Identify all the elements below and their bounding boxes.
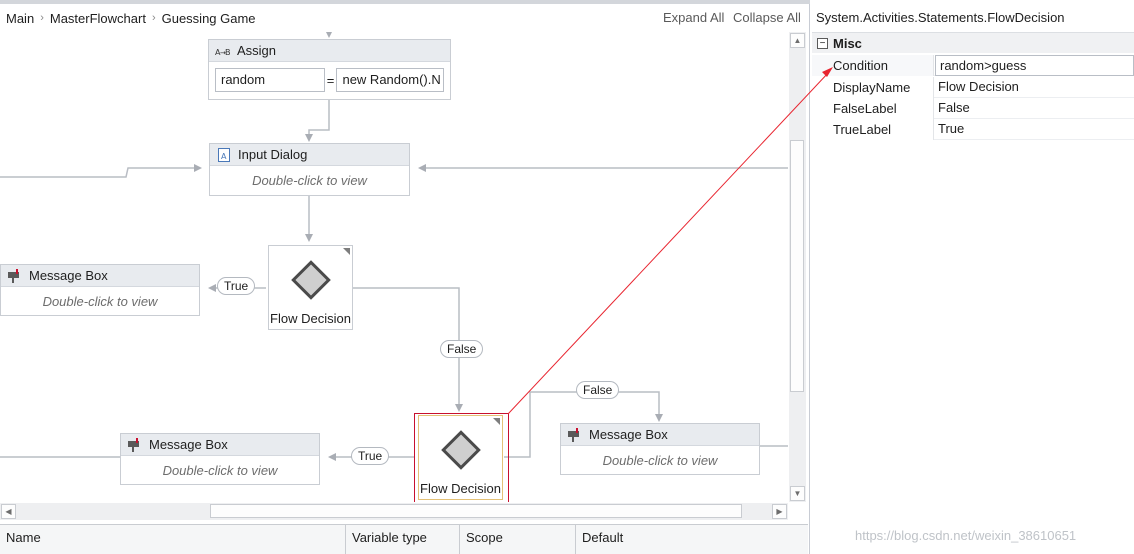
- property-row-condition[interactable]: Condition random>guess: [812, 55, 1134, 76]
- input-dialog-title: Input Dialog: [238, 147, 308, 162]
- workflow-designer: Main › MasterFlowchart › Guessing Game E…: [0, 0, 810, 554]
- scroll-up-icon[interactable]: ▲: [790, 33, 805, 48]
- connector-assign-dialog: [305, 100, 330, 142]
- message-mailbox-icon: [7, 268, 23, 283]
- false-label-2[interactable]: False: [576, 381, 620, 399]
- property-row-falselabel[interactable]: FalseLabel False: [812, 98, 1134, 119]
- message-box-bottom-left-header: Message Box: [121, 434, 319, 456]
- column-variable-type[interactable]: Variable type: [346, 525, 460, 554]
- assign-activity[interactable]: A → B Assign random = new Random().N: [208, 39, 451, 100]
- decision-corner-marker: [343, 248, 350, 255]
- flow-decision-1-label: Flow Decision: [270, 311, 351, 326]
- assign-ab-icon: A → B: [215, 44, 231, 58]
- category-misc[interactable]: − Misc: [812, 33, 1134, 53]
- message-box-left[interactable]: Message Box Double-click to view: [0, 264, 200, 316]
- message-box-right-header: Message Box: [561, 424, 759, 446]
- collapse-minus-icon[interactable]: −: [817, 37, 828, 49]
- svg-text:B: B: [225, 48, 231, 56]
- assign-header: A → B Assign: [209, 40, 450, 62]
- scroll-right-icon[interactable]: ▶: [772, 504, 787, 519]
- category-misc-label: Misc: [833, 35, 862, 51]
- property-name: FalseLabel: [812, 98, 934, 119]
- displayname-value-field[interactable]: Flow Decision: [935, 77, 1134, 98]
- property-row-truelabel[interactable]: TrueLabel True: [812, 119, 1134, 140]
- property-row-displayname[interactable]: DisplayName Flow Decision: [812, 77, 1134, 98]
- condition-value-field[interactable]: random>guess: [935, 55, 1134, 76]
- connector-left-dialog: [0, 164, 202, 178]
- assign-to-field[interactable]: random: [215, 68, 325, 92]
- horizontal-scrollbar[interactable]: ◀ ▶: [0, 503, 788, 520]
- message-mailbox-icon: [127, 437, 143, 452]
- message-box-left-hint: Double-click to view: [42, 294, 158, 309]
- vertical-scrollbar[interactable]: ▲ ▼: [789, 32, 806, 502]
- scroll-left-icon[interactable]: ◀: [1, 504, 16, 519]
- properties-panel: System.Activities.Statements.FlowDecisio…: [812, 0, 1134, 554]
- scroll-down-icon[interactable]: ▼: [790, 486, 805, 501]
- assign-title: Assign: [237, 43, 277, 58]
- false-label-1[interactable]: False: [440, 340, 484, 358]
- message-mailbox-icon: [567, 427, 583, 442]
- falselabel-value-field[interactable]: False: [935, 98, 1134, 119]
- column-default[interactable]: Default: [576, 525, 808, 554]
- breadcrumb-main[interactable]: Main: [0, 11, 38, 26]
- annotation-highlight-box: [414, 413, 509, 502]
- message-box-bottom-left-title: Message Box: [149, 437, 228, 452]
- properties-type-name: System.Activities.Statements.FlowDecisio…: [816, 10, 1065, 25]
- property-name: TrueLabel: [812, 119, 934, 140]
- breadcrumb-chevron-icon: ›: [40, 12, 44, 24]
- message-box-right[interactable]: Message Box Double-click to view: [560, 423, 760, 475]
- horizontal-scroll-thumb[interactable]: [210, 504, 742, 518]
- flow-decision-1[interactable]: Flow Decision: [268, 245, 353, 330]
- decision-diamond-icon: [290, 260, 331, 300]
- input-dialog-activity[interactable]: A Input Dialog Double-click to view: [209, 143, 410, 196]
- true-label-1[interactable]: True: [217, 277, 256, 295]
- breadcrumb: Main › MasterFlowchart › Guessing Game: [0, 8, 560, 28]
- message-box-bottom-left[interactable]: Message Box Double-click to view: [120, 433, 320, 485]
- column-name[interactable]: Name: [0, 525, 346, 554]
- breadcrumb-masterflowchart[interactable]: MasterFlowchart: [46, 11, 150, 26]
- expand-all-link[interactable]: Expand All: [663, 10, 724, 25]
- message-box-right-title: Message Box: [589, 427, 668, 442]
- input-dialog-header: A Input Dialog: [210, 144, 409, 166]
- flowchart-canvas[interactable]: A → B Assign random = new Random().N A Inp…: [0, 32, 788, 502]
- vertical-scroll-thumb[interactable]: [790, 140, 804, 392]
- message-box-left-header: Message Box: [1, 265, 199, 287]
- message-box-bottom-left-hint: Double-click to view: [162, 463, 278, 478]
- dialog-document-icon: A: [216, 147, 232, 162]
- breadcrumb-chevron-icon: ›: [151, 12, 156, 24]
- assign-equals: =: [326, 72, 335, 88]
- input-dialog-hint: Double-click to view: [252, 173, 367, 188]
- truelabel-value-field[interactable]: True: [935, 119, 1134, 140]
- designer-top-strip: [0, 0, 810, 4]
- variables-grid: Name Variable type Scope Default: [0, 524, 808, 554]
- message-box-left-title: Message Box: [29, 268, 108, 283]
- property-name: DisplayName: [812, 77, 934, 98]
- assign-value-field[interactable]: new Random().N: [336, 68, 444, 92]
- breadcrumb-guessing-game[interactable]: Guessing Game: [158, 11, 260, 26]
- column-scope[interactable]: Scope: [460, 525, 576, 554]
- watermark: https://blog.csdn.net/weixin_38610651: [855, 528, 1077, 543]
- message-box-right-hint: Double-click to view: [602, 453, 718, 468]
- true-label-2[interactable]: True: [351, 447, 390, 465]
- property-name: Condition: [812, 55, 934, 76]
- collapse-all-link[interactable]: Collapse All: [733, 10, 801, 25]
- svg-text:A: A: [221, 152, 227, 161]
